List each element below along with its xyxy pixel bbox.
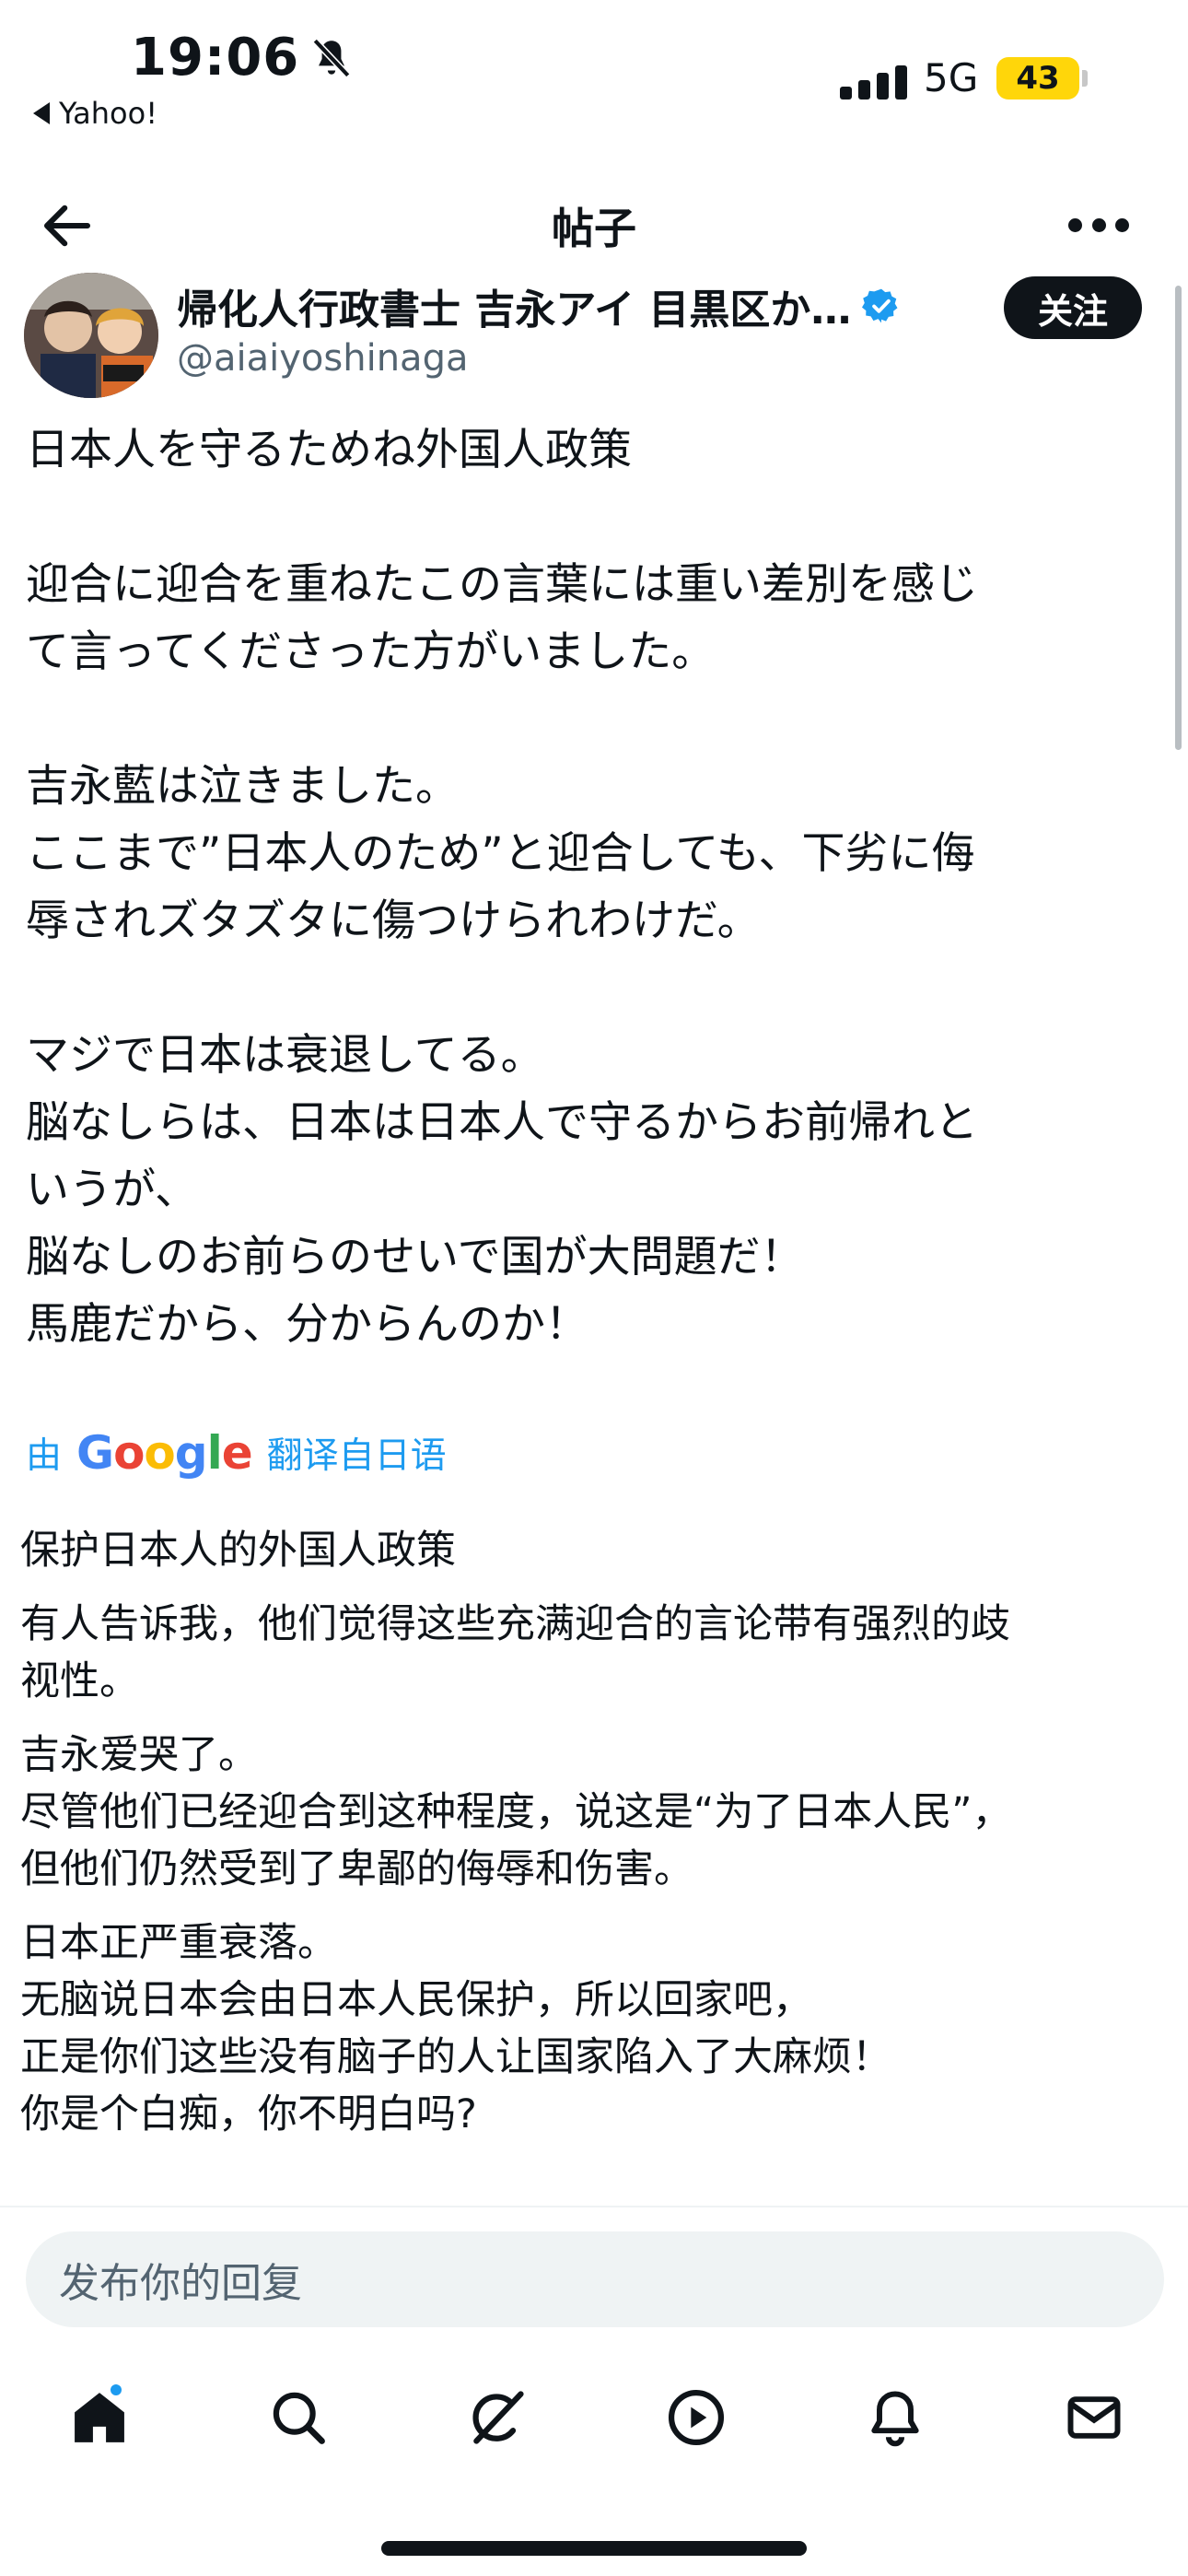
translated-line: 尽管他们已经迎合到这种程度，说这是“为了日本人民”， [20,1789,1012,1835]
reply-input[interactable]: 发布你的回复 [26,2231,1164,2327]
status-bar: 19:06 Yahoo! 5G 43 [0,0,1188,138]
translated-paragraph: 吉永爱哭了。尽管他们已经迎合到这种程度，说这是“为了日本人民”， 但他们仍然受到了… [20,1727,1159,1898]
home-icon [75,2393,124,2442]
post-line: 脳なしのお前らのせいで国が大問題だ！ [26,1232,804,1282]
tab-search[interactable] [262,2381,335,2454]
battery-level: 43 [1016,60,1060,97]
follow-button[interactable]: 关注 [1004,276,1142,339]
post-line: 脳なしらは、日本は日本人で守るからお前帰れと [26,1097,978,1148]
translated-line: 吉永爱哭了。 [20,1732,258,1778]
post-line: ここまで”日本人のため”と迎合しても、下劣に侮 [26,828,975,879]
translated-line: 正是你们这些没有脑子的人让国家陷入了大麻烦！ [20,2034,891,2080]
post-text: 日本人を守るためね外国人政策迎合に迎合を重ねたこの言葉には重い差別を感じ て言って… [26,416,1159,1358]
post-paragraph: 日本人を守るためね外国人政策 [26,416,1159,484]
author-name-text: 帰化人行政書士 吉永アイ 目黒区か… [177,287,852,334]
page-title: 帖子 [552,204,636,253]
verified-badge-icon [862,288,898,323]
back-to-app-link[interactable]: Yahoo! [33,96,157,131]
translated-text: 保护日本人的外国人政策有人告诉我，他们觉得这些充满迎合的言论带有强烈的歧 视性。吉… [20,1522,1159,2160]
back-app-label: Yahoo! [59,96,158,131]
bell-icon [871,2391,919,2447]
post-line: 吉永藍は泣きました。 [26,761,459,812]
post-paragraph: 迎合に迎合を重ねたこの言葉には重い差別を感じ て言ってくださった方がいました。 [26,551,1159,685]
battery-icon: 43 [996,57,1079,100]
author-name[interactable]: 帰化人行政書士 吉永アイ 目黒区か… [177,276,901,335]
translated-line: 日本正严重衰落。 [20,1920,337,1966]
post-line: 辱されズタズタに傷つけられわけだ。 [26,896,761,946]
video-play-icon [668,2389,725,2446]
tab-grok[interactable] [460,2381,534,2454]
translated-line: 你是个白痴，你不明白吗? [20,2091,477,2137]
translated-line: 无脑说日本会由日本人民保护，所以回家吧， [20,1977,812,2023]
tab-messages[interactable] [1057,2381,1131,2454]
bell-slash-icon [312,38,351,77]
post-line: マジで日本は衰退してる。 [26,1030,544,1081]
translated-line: 视性。 [20,1658,139,1704]
reply-placeholder: 发布你的回复 [59,2260,302,2307]
scrollbar[interactable] [1175,286,1182,750]
author-handle[interactable]: @aiaiyoshinaga [177,337,468,380]
tab-notifications[interactable] [858,2381,932,2454]
mail-icon [1067,2396,1121,2439]
post-detail-screen: 19:06 Yahoo! 5G 43 帖子 帰化人行政書士 吉永アイ 目黒区か…… [0,0,1188,2576]
search-icon [273,2392,325,2444]
post-line: 日本人を守るためね外国人政策 [26,425,632,475]
divider [0,2206,1188,2207]
translated-paragraph: 日本正严重衰落。无脑说日本会由日本人民保护，所以回家吧， 正是你们这些没有脑子的人… [20,1914,1159,2143]
google-logo: Google [76,1426,253,1480]
translated-line: 但他们仍然受到了卑鄙的侮辱和伤害。 [20,1846,693,1892]
translated-paragraph: 有人告诉我，他们觉得这些充满迎合的言论带有强烈的歧 视性。 [20,1596,1159,1710]
more-options-icon[interactable] [1068,197,1129,252]
post-line: 迎合に迎合を重ねたこの言葉には重い差別を感じ [26,559,978,610]
post-line: て言ってくださった方がいました。 [26,626,716,677]
tab-video[interactable] [659,2381,733,2454]
post-paragraph: 吉永藍は泣きました。ここまで”日本人のため”と迎合しても、下劣に侮 辱されズタズタ… [26,753,1159,954]
translated-line: 保护日本人的外国人政策 [20,1528,456,1574]
clock-text: 19:06 [131,28,300,88]
translation-attribution[interactable]: 由 Google 翻译自日语 [26,1426,447,1480]
back-triangle-icon [33,102,50,124]
post-line: いうが、 [26,1165,199,1215]
post-paragraph: マジで日本は衰退してる。脳なしらは、日本は日本人で守るからお前帰れと いうが、脳な… [26,1022,1159,1358]
notification-dot [109,2383,123,2397]
translated-paragraph: 保护日本人的外国人政策 [20,1522,1159,1579]
network-type: 5G [924,55,979,100]
home-indicator[interactable] [381,2541,807,2556]
translation-prefix: 由 [26,1435,63,1477]
battery-tip [1082,70,1088,87]
post-line: 馬鹿だから、分からんのか！ [26,1299,588,1350]
tab-home[interactable] [63,2381,136,2454]
grok-icon [472,2391,524,2444]
status-time: 19:06 [131,28,355,88]
cellular-signal-icon [840,63,907,100]
translation-suffix: 翻译自日语 [266,1435,447,1477]
avatar-photo [24,273,158,398]
top-nav-bar: 帖子 [0,175,1188,276]
bottom-tab-bar [0,2371,1188,2464]
translated-line: 有人告诉我，他们觉得这些充满迎合的言论带有强烈的歧 [20,1601,1010,1647]
avatar[interactable] [24,273,158,398]
